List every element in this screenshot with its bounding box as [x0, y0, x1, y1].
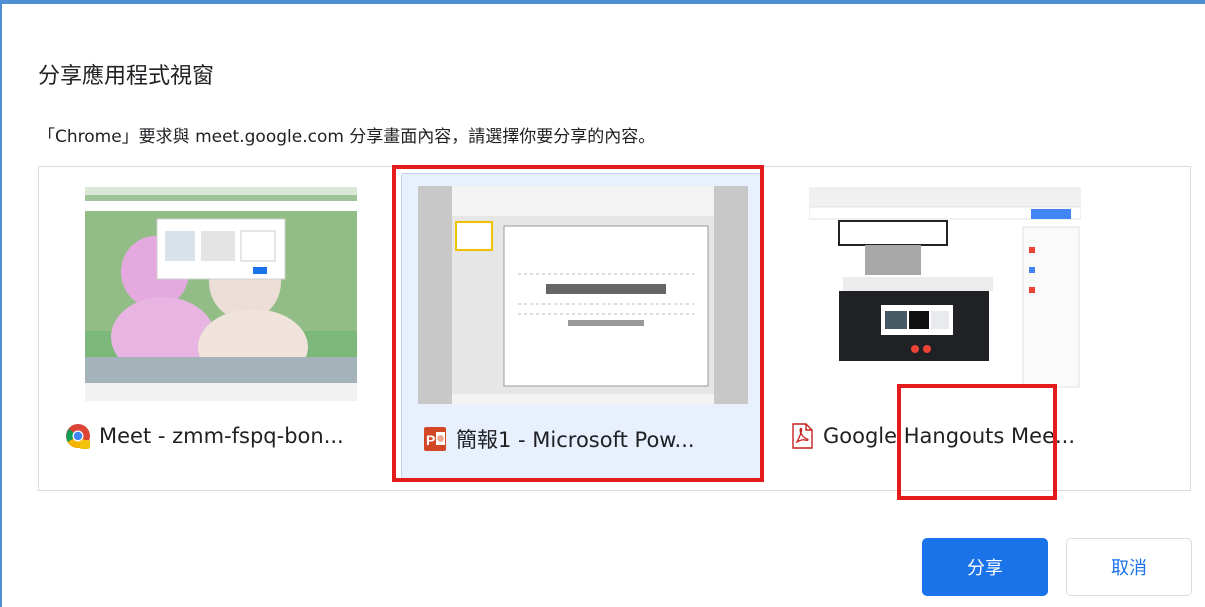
- source-title-hangouts: Google Hangouts Mee...: [823, 424, 1076, 448]
- source-tile-hangouts[interactable]: Google Hangouts Mee...: [769, 173, 1129, 479]
- pdf-icon: [789, 423, 815, 449]
- source-title-powerpoint: 簡報1 - Microsoft Pow...: [456, 428, 695, 452]
- cancel-button[interactable]: 取消: [1066, 538, 1192, 596]
- dialog-title: 分享應用程式視窗: [38, 64, 215, 89]
- dialog-subtitle: 「Chrome」要求與 meet.google.com 分享畫面內容，請選擇你要…: [38, 127, 656, 147]
- source-tile-meet[interactable]: Meet - zmm-fspq-bon...: [45, 173, 405, 479]
- source-label-powerpoint: P 簡報1 - Microsoft Pow...: [422, 424, 748, 454]
- thumbnail-hangouts: [809, 187, 1081, 401]
- powerpoint-icon: P: [422, 426, 448, 452]
- source-tile-powerpoint[interactable]: P 簡報1 - Microsoft Pow...: [401, 173, 761, 479]
- source-list: Meet - zmm-fspq-bon... P 簡報1 - Microsoft…: [38, 166, 1191, 491]
- source-title-meet: Meet - zmm-fspq-bon...: [99, 424, 344, 448]
- svg-text:P: P: [426, 432, 435, 448]
- thumbnail-powerpoint: [418, 186, 748, 404]
- chrome-icon: [65, 423, 91, 449]
- thumbnail-meet: [85, 187, 357, 401]
- source-label-hangouts: Google Hangouts Mee...: [789, 423, 1117, 449]
- source-label-meet: Meet - zmm-fspq-bon...: [65, 423, 393, 449]
- share-button[interactable]: 分享: [922, 538, 1048, 596]
